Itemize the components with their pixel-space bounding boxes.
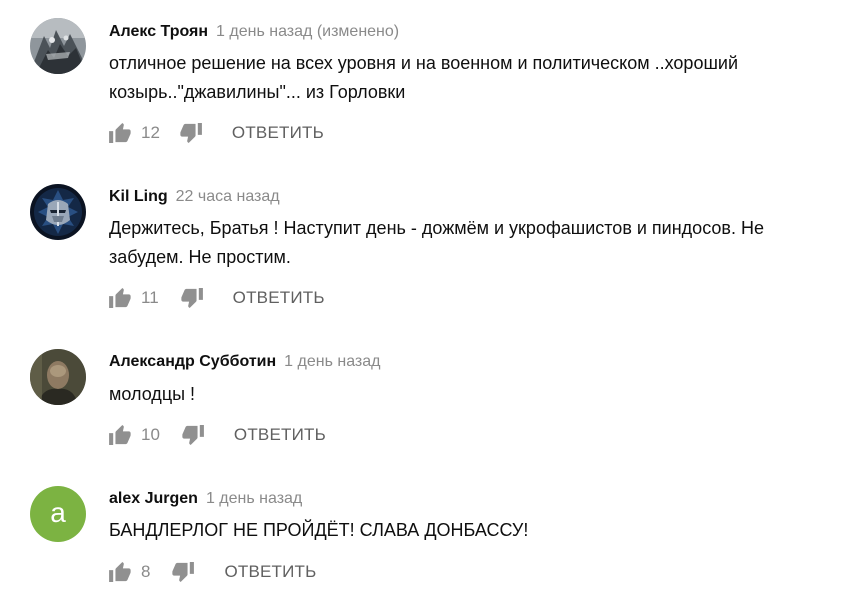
- avatar[interactable]: [30, 18, 86, 74]
- comment-text-line: забудем. Не простим.: [109, 247, 291, 267]
- comment-header: Kil Ling 22 часа назад: [109, 187, 280, 207]
- comment-actions: 11 ОТВЕТИТЬ: [109, 286, 325, 310]
- comment-header: alex Jurgen 1 день назад: [109, 489, 302, 509]
- avatar[interactable]: [30, 349, 86, 405]
- comment-text-line: Держитесь, Братья ! Наступит день - дожм…: [109, 218, 764, 238]
- comment-text-line: молодцы !: [109, 384, 196, 404]
- author-name[interactable]: alex Jurgen: [109, 490, 198, 507]
- reply-button[interactable]: ОТВЕТИТЬ: [234, 425, 326, 445]
- thumbs-down-icon[interactable]: [172, 561, 195, 583]
- comment-text: отличное решение на всех уровня и на вое…: [109, 49, 839, 107]
- comment-time[interactable]: 1 день назад: [206, 490, 302, 507]
- comment-time[interactable]: 22 часа назад: [176, 188, 280, 205]
- like-count: 12: [141, 123, 160, 142]
- avatar-letter: a: [50, 497, 66, 528]
- reply-button[interactable]: ОТВЕТИТЬ: [224, 562, 316, 582]
- knight-helmet-icon: [30, 184, 86, 240]
- thumbs-down-icon[interactable]: [180, 122, 202, 144]
- like-count: 8: [141, 562, 151, 581]
- thumbs-down-icon[interactable]: [182, 424, 204, 446]
- author-name[interactable]: Алекс Троян: [109, 23, 208, 40]
- thumbs-up-icon[interactable]: [109, 287, 131, 309]
- comment-text: молодцы !: [109, 380, 839, 409]
- thumbs-up-icon[interactable]: [109, 561, 131, 583]
- thumbs-down-icon[interactable]: [181, 287, 203, 309]
- comment-time[interactable]: 1 день назад: [284, 353, 380, 370]
- reply-button[interactable]: ОТВЕТИТЬ: [233, 288, 325, 308]
- comment-text: Держитесь, Братья ! Наступит день - дожм…: [109, 214, 839, 272]
- avatar-image: [30, 18, 86, 74]
- author-name[interactable]: Александр Субботин: [109, 353, 276, 370]
- like-count: 10: [141, 425, 160, 444]
- comment-header: Алекс Троян 1 день назад (изменено): [109, 22, 399, 42]
- comment-actions: 12 ОТВЕТИТЬ: [109, 121, 324, 145]
- avatar-image: [30, 349, 86, 405]
- comment-actions: 10 ОТВЕТИТЬ: [109, 423, 326, 447]
- comment-text-line: отличное решение на всех уровня и на вое…: [109, 53, 739, 73]
- like-count: 11: [141, 288, 159, 307]
- comment-time[interactable]: 1 день назад (изменено): [216, 23, 399, 40]
- comment-text-line: козырь.."джавилины"... из Горловки: [109, 82, 406, 102]
- avatar[interactable]: [30, 184, 86, 240]
- reply-button[interactable]: ОТВЕТИТЬ: [232, 123, 324, 143]
- avatar[interactable]: a: [30, 486, 86, 542]
- thumbs-up-icon[interactable]: [109, 122, 131, 144]
- thumbs-up-icon[interactable]: [109, 424, 131, 446]
- comment-actions: 8 ОТВЕТИТЬ: [109, 560, 317, 584]
- comment-text-line: БАНДЛЕРЛОГ НЕ ПРОЙДЁТ! СЛАВА ДОНБАССУ!: [109, 520, 529, 540]
- author-name[interactable]: Kil Ling: [109, 188, 168, 205]
- comment-header: Александр Субботин 1 день назад: [109, 352, 381, 372]
- comment-text: БАНДЛЕРЛОГ НЕ ПРОЙДЁТ! СЛАВА ДОНБАССУ!: [109, 516, 839, 545]
